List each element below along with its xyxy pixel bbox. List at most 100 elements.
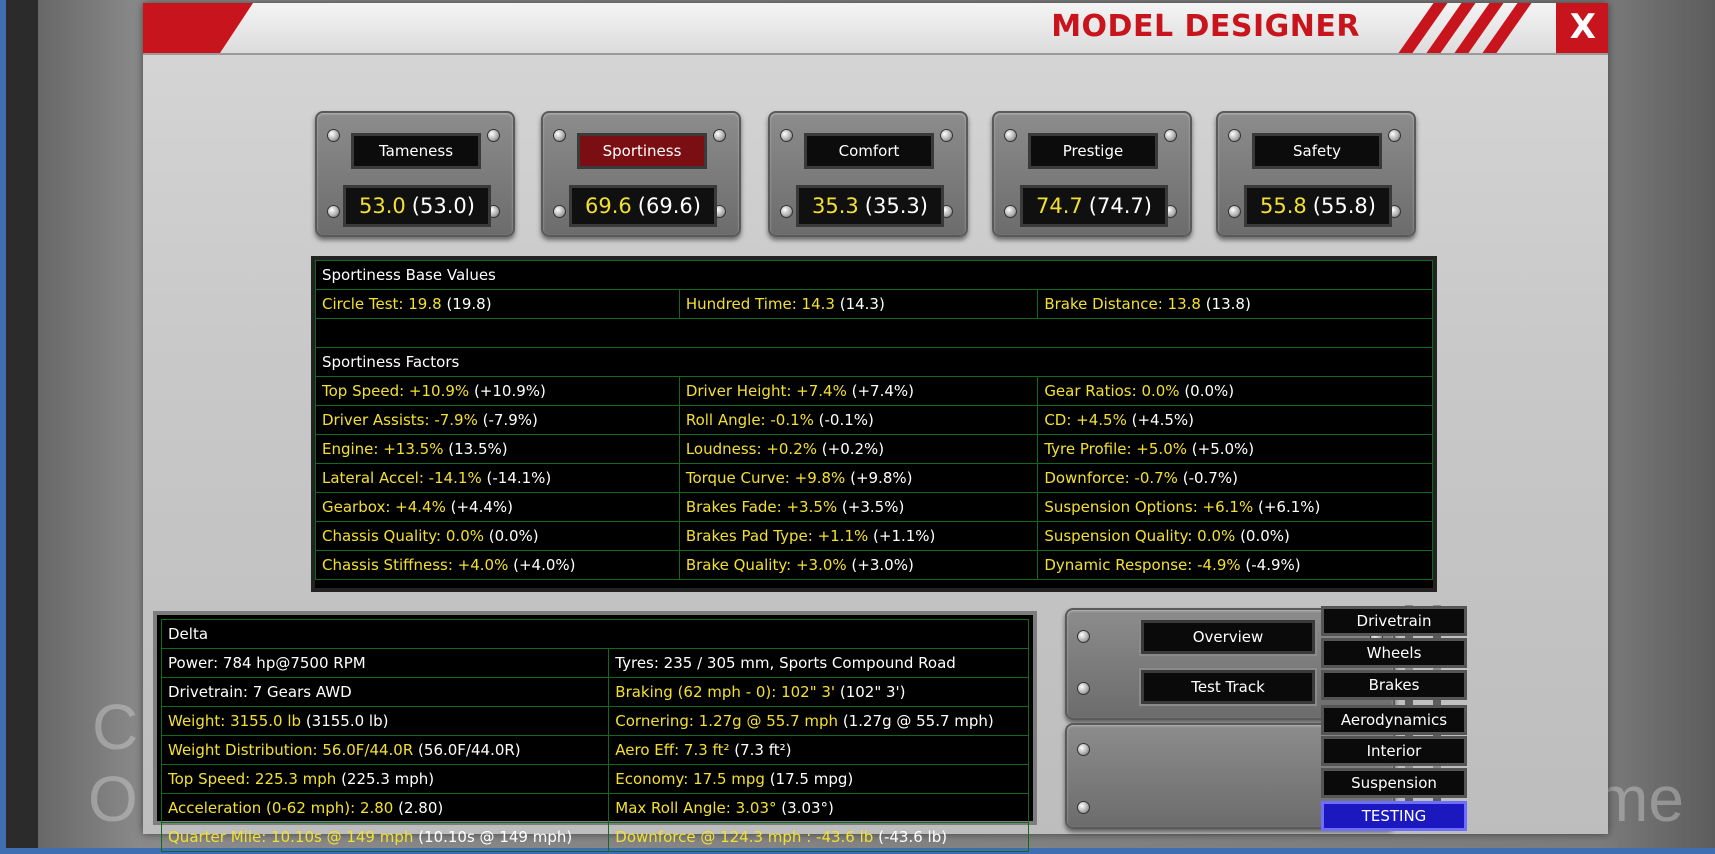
factor-cell: Brake Quality: +3.0% (+3.0%) [678,550,1039,580]
table-row: Top Speed: +10.9% (+10.9%) Driver Height:… [315,376,1433,406]
factor-cell: Gear Ratios: 0.0% (0.0%) [1037,376,1433,406]
background-text-c: C [92,691,139,763]
side-menu-item-wheels[interactable]: Wheels [1321,638,1467,668]
factor-cell: Gearbox: +4.4% (+4.4%) [315,492,680,522]
factor-cell: Suspension Options: +6.1% (+6.1%) [1037,492,1433,522]
bolt-icon [940,129,953,142]
factor-cell: Lateral Accel: -14.1% (-14.1%) [315,463,680,493]
bolt-icon [1077,801,1090,814]
base-value-cell: Hundred Time: 14.3 (14.3) [678,289,1039,319]
factor-cell: CD: +4.5% (+4.5%) [1037,405,1433,435]
table-row: Chassis Stiffness: +4.0% (+4.0%) Brake Qu… [315,550,1433,580]
overview-button[interactable]: Overview [1141,620,1315,654]
bolt-icon [1228,205,1241,218]
factor-cell: Tyre Profile: +5.0% (+5.0%) [1037,434,1433,464]
factor-cell: Torque Curve: +9.8% (+9.8%) [678,463,1039,493]
table-row: Driver Assists: -7.9% (-7.9%) Roll Angle:… [315,405,1433,435]
factor-cell: Downforce: -0.7% (-0.7%) [1037,463,1433,493]
stat-tyres: Tyres: 235 / 305 mm, Sports Compound Roa… [608,648,1029,678]
bolt-icon [1004,205,1017,218]
factor-cell: Dynamic Response: -4.9% (-4.9%) [1037,550,1433,580]
side-menu-item-aerodynamics[interactable]: Aerodynamics [1321,705,1467,735]
base-value-cell: Brake Distance: 13.8 (13.8) [1037,289,1433,319]
stat-top-speed: Top Speed: 225.3 mph (225.3 mph) [160,764,610,794]
rating-value: 53.0 (53.0) [343,185,491,227]
stat-aero: Aero Eff: 7.3 ft² (7.3 ft²) [608,735,1029,765]
stat-roll-angle: Max Roll Angle: 3.03° (3.03°) [608,793,1029,823]
bolt-icon [327,129,340,142]
side-menu-item-suspension[interactable]: Suspension [1321,768,1467,798]
factor-cell: Driver Height: +7.4% (+7.4%) [678,376,1039,406]
rating-panel: Comfort 35.3 (35.3) [768,111,968,237]
stat-weight-distribution: Weight Distribution: 56.0F/44.0R (56.0F/… [160,735,610,765]
side-menu-item-brakes[interactable]: Brakes [1321,670,1467,700]
rating-value: 69.6 (69.6) [569,185,717,227]
model-designer-window: MODEL DESIGNER X Tameness 53.0 (53.0) Sport… [143,3,1608,852]
sportiness-base-title: Sportiness Base Values [315,260,1433,290]
factor-cell: Roll Angle: -0.1% (-0.1%) [678,405,1039,435]
factor-cell: Suspension Quality: 0.0% (0.0%) [1037,521,1433,551]
bolt-icon [553,129,566,142]
factor-cell: Brakes Fade: +3.5% (+3.5%) [678,492,1039,522]
stat-power: Power: 784 hp@7500 RPM [160,648,610,678]
rating-tab-tameness[interactable]: Tameness [351,133,481,169]
left-shadow [6,0,38,854]
close-icon[interactable]: X [1570,7,1596,47]
factor-cell: Chassis Stiffness: +4.0% (+4.0%) [315,550,680,580]
rating-value: 55.8 (55.8) [1244,185,1392,227]
bolt-icon [780,129,793,142]
rating-value: 74.7 (74.7) [1020,185,1168,227]
side-menu-item-drivetrain[interactable]: Drivetrain [1321,606,1467,636]
rating-tab-prestige[interactable]: Prestige [1028,133,1158,169]
stat-weight: Weight: 3155.0 lb (3155.0 lb) [160,706,610,736]
bolt-icon [1388,129,1401,142]
factor-cell: Brakes Pad Type: +1.1% (+1.1%) [678,521,1039,551]
stat-acceleration: Acceleration (0-62 mph): 2.80 (2.80) [160,793,610,823]
bolt-icon [713,129,726,142]
bolt-icon [1077,743,1090,756]
rating-panel: Tameness 53.0 (53.0) [315,111,515,237]
base-value-cell: Circle Test: 19.8 (19.8) [315,289,680,319]
rating-tab-safety[interactable]: Safety [1252,133,1382,169]
window-title: MODEL DESIGNER [1051,9,1360,44]
stats-panel: Delta Power: 784 hp@7500 RPM Tyres: 235 … [153,611,1037,852]
rating-panel: Safety 55.8 (55.8) [1216,111,1416,237]
bolt-icon [1164,129,1177,142]
background-text-me: me [1595,763,1684,835]
rating-panel: Sportiness 69.6 (69.6) [541,111,741,237]
rating-panel: Prestige 74.7 (74.7) [992,111,1192,237]
side-menu-item-interior[interactable]: Interior [1321,736,1467,766]
bolt-icon [1077,630,1090,643]
model-name: Delta [161,619,1029,649]
title-red-accent [143,3,253,53]
rating-tab-sportiness[interactable]: Sportiness [577,133,707,169]
bolt-icon [553,205,566,218]
rating-value: 35.3 (35.3) [796,185,944,227]
stat-economy: Economy: 17.5 mpg (17.5 mpg) [608,764,1029,794]
background-text-o: O [88,763,138,835]
close-button[interactable]: X [1556,3,1608,53]
bolt-icon [1228,129,1241,142]
factor-rows: Top Speed: +10.9% (+10.9%) Driver Height:… [315,376,1433,580]
stat-braking: Braking (62 mph - 0): 102" 3' (102" 3') [608,677,1029,707]
stat-cornering: Cornering: 1.27g @ 55.7 mph (1.27g @ 55.… [608,706,1029,736]
factor-cell: Loudness: +0.2% (+0.2%) [678,434,1039,464]
table-row: Lateral Accel: -14.1% (-14.1%) Torque Cur… [315,463,1433,493]
rating-tab-comfort[interactable]: Comfort [804,133,934,169]
bolt-icon [1077,682,1090,695]
table-row: Circle Test: 19.8 (19.8) Hundred Time: 14… [315,289,1433,319]
bolt-icon [487,129,500,142]
factor-cell: Top Speed: +10.9% (+10.9%) [315,376,680,406]
spacer-row [315,318,1433,348]
bolt-icon [780,205,793,218]
bolt-icon [327,205,340,218]
factor-cell: Driver Assists: -7.9% (-7.9%) [315,405,680,435]
test-track-button[interactable]: Test Track [1141,670,1315,704]
table-row: Engine: +13.5% (13.5%) Loudness: +0.2% (+… [315,434,1433,464]
sportiness-factors-title: Sportiness Factors [315,347,1433,377]
bolt-icon [1004,129,1017,142]
stat-quarter-mile: Quarter Mile: 10.10s @ 149 mph (10.10s @… [160,822,610,852]
stat-drivetrain: Drivetrain: 7 Gears AWD [160,677,610,707]
side-menu-item-testing[interactable]: TESTING [1321,801,1467,831]
title-bar: MODEL DESIGNER X [143,3,1608,55]
